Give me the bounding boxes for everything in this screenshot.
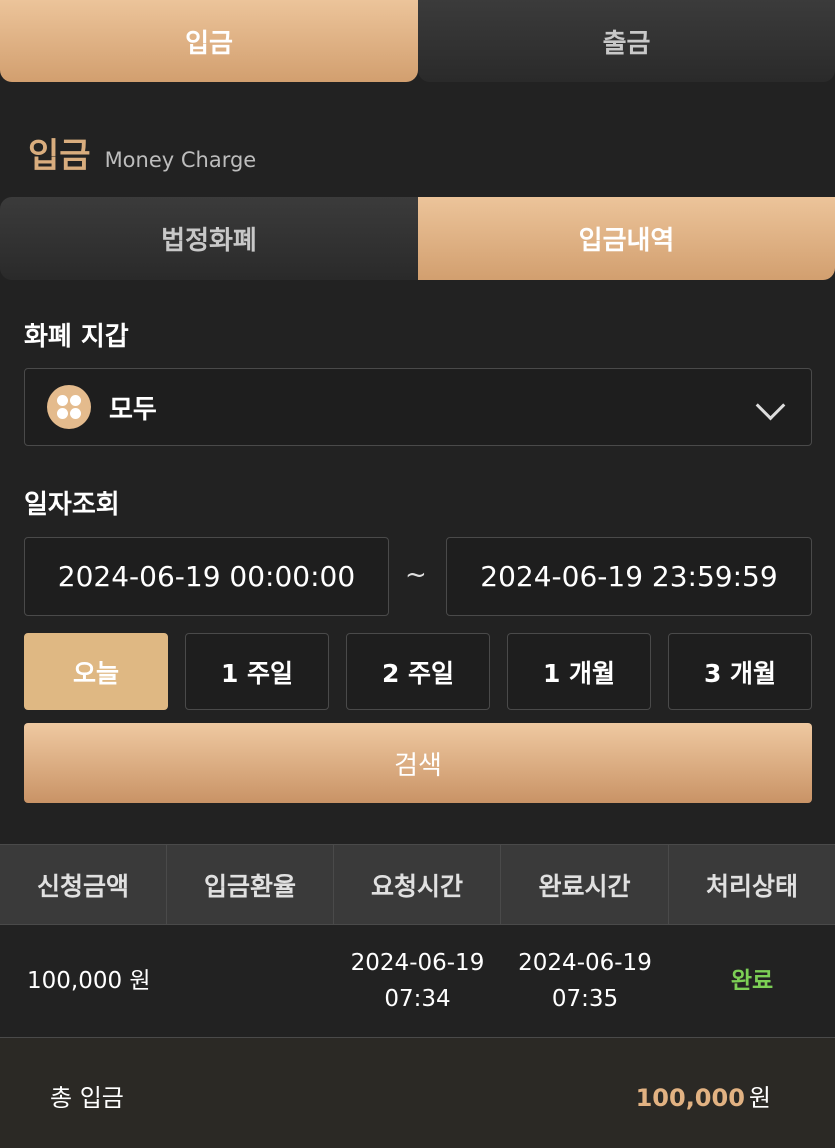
tab-deposit[interactable]: 입금: [0, 0, 418, 82]
request-time: 07:34: [384, 986, 451, 1012]
cell-rate: [167, 925, 334, 1037]
wallet-label: 화폐 지갑: [24, 322, 129, 352]
four-dots-coin-icon: [47, 385, 91, 429]
total-bar: 총 입금 100,000 원: [0, 1038, 835, 1148]
status-badge: 완료: [730, 968, 774, 994]
page-subtitle: Money Charge: [104, 148, 257, 172]
period-1week-button[interactable]: 1 주일: [185, 633, 329, 710]
total-label: 총 입금: [50, 1084, 124, 1112]
header-rate: 입금환율: [167, 845, 334, 924]
complete-date: 2024-06-19: [518, 950, 652, 976]
wallet-select[interactable]: 모두: [24, 368, 812, 446]
date-query-label: 일자조회: [24, 490, 120, 520]
period-2week-button[interactable]: 2 주일: [346, 633, 490, 710]
header-status: 처리상태: [705, 871, 798, 901]
header-complete-time: 완료시간: [501, 845, 669, 924]
total-amount: 100,000: [635, 1084, 745, 1112]
cell-complete-time: 2024-06-19 07:35: [501, 925, 669, 1037]
table-header: 신청금액 입금환율 요청시간 완료시간 처리상태: [0, 844, 835, 925]
sub-tabs: 법정화폐 입금내역: [0, 197, 835, 280]
search-button[interactable]: 검색: [24, 723, 812, 803]
tab-withdraw[interactable]: 출금: [418, 0, 835, 82]
table-row: 100,000 원 2024-06-19 07:34 2024-06-19 07…: [0, 925, 835, 1038]
cell-amount: 100,000 원: [0, 925, 194, 1037]
section-title: 입금 Money Charge: [28, 128, 256, 177]
wallet-selected-value: 모두: [109, 394, 157, 425]
start-date-input[interactable]: 2024-06-19 00:00:00: [24, 537, 389, 616]
tab-fiat[interactable]: 법정화폐: [0, 197, 418, 280]
total-value: 100,000 원: [636, 1078, 771, 1113]
request-date: 2024-06-19: [350, 950, 485, 976]
period-1month-button[interactable]: 1 개월: [507, 633, 651, 710]
cell-status: 완료: [669, 925, 835, 1037]
header-amount: 신청금액: [0, 845, 167, 924]
cell-request-time: 2024-06-19 07:34: [334, 925, 501, 1037]
amount-value: 100,000 원: [27, 968, 151, 994]
total-unit: 원: [748, 1084, 771, 1112]
header-request-time: 요청시간: [334, 845, 501, 924]
end-date-input[interactable]: 2024-06-19 23:59:59: [446, 537, 812, 616]
tab-history[interactable]: 입금내역: [418, 197, 835, 280]
period-today-button[interactable]: 오늘: [24, 633, 168, 710]
page-title: 입금: [28, 136, 91, 176]
complete-time: 07:35: [551, 986, 619, 1012]
top-tabs: 입금 출금: [0, 0, 835, 82]
period-3month-button[interactable]: 3 개월: [668, 633, 812, 710]
chevron-down-icon: [755, 390, 786, 421]
date-separator: ~: [405, 560, 427, 590]
